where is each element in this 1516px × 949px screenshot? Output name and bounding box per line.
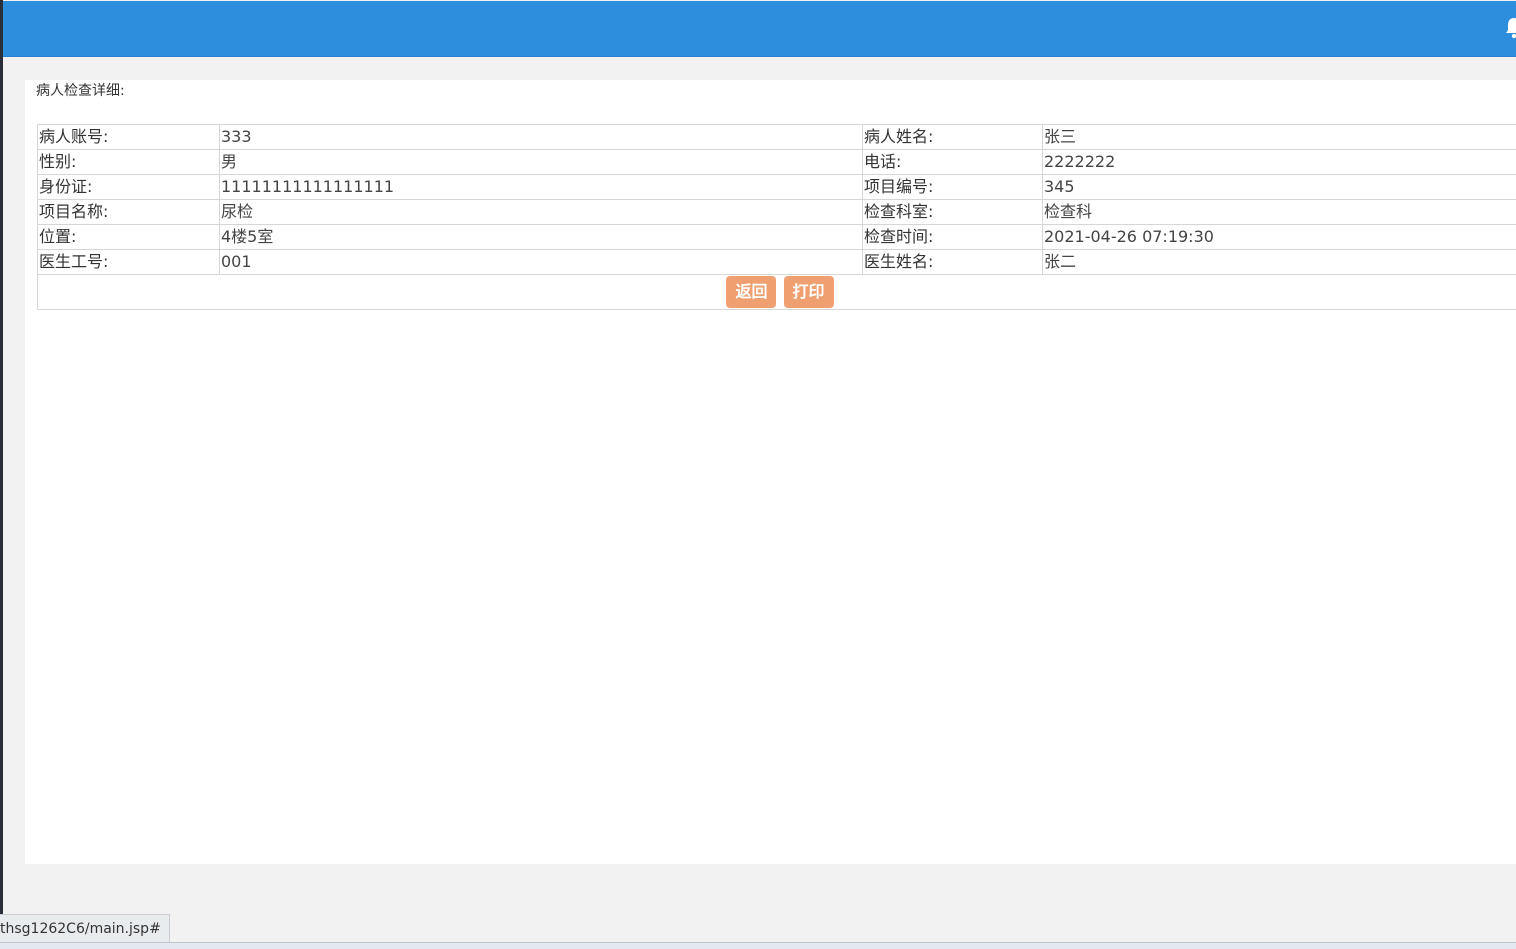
table-row: 身份证: 11111111111111111 项目编号: 345 (38, 175, 1516, 200)
label-phone: 电话: (863, 150, 1043, 175)
label-doctor-name: 医生姓名: (863, 250, 1043, 275)
detail-panel: 病人检查详细: 病人账号: 333 病人姓名: 张三 性别: 男 电话: (25, 80, 1516, 864)
label-id-card: 身份证: (38, 175, 220, 200)
print-button[interactable]: 打印 (784, 276, 834, 308)
value-id-card: 11111111111111111 (220, 175, 863, 200)
table-row: 性别: 男 电话: 2222222 (38, 150, 1516, 175)
value-patient-account: 333 (220, 125, 863, 150)
label-department: 检查科室: (863, 200, 1043, 225)
status-url-bar: thsg1262C6/main.jsp# (0, 914, 170, 944)
label-doctor-id: 医生工号: (38, 250, 220, 275)
left-edge (0, 0, 3, 948)
label-location: 位置: (38, 225, 220, 250)
label-exam-time: 检查时间: (863, 225, 1043, 250)
back-button[interactable]: 返回 (726, 276, 776, 308)
panel-title: 病人检查详细: (36, 81, 125, 101)
browser-frame: 病人检查详细: 病人账号: 333 病人姓名: 张三 性别: 男 电话: (0, 0, 1516, 948)
label-patient-name: 病人姓名: (863, 125, 1043, 150)
value-doctor-id: 001 (220, 250, 863, 275)
value-item-number: 345 (1043, 175, 1516, 200)
label-item-number: 项目编号: (863, 175, 1043, 200)
table-row: 项目名称: 尿检 检查科室: 检查科 (38, 200, 1516, 225)
table-row: 医生工号: 001 医生姓名: 张二 (38, 250, 1516, 275)
value-location: 4楼5室 (220, 225, 863, 250)
value-department: 检查科 (1043, 200, 1516, 225)
detail-table: 病人账号: 333 病人姓名: 张三 性别: 男 电话: 2222222 身份证… (37, 124, 1516, 310)
value-phone: 2222222 (1043, 150, 1516, 175)
bell-icon[interactable] (1504, 17, 1516, 39)
value-gender: 男 (220, 150, 863, 175)
table-row: 病人账号: 333 病人姓名: 张三 (38, 125, 1516, 150)
table-row: 位置: 4楼5室 检查时间: 2021-04-26 07:19:30 (38, 225, 1516, 250)
value-exam-time: 2021-04-26 07:19:30 (1043, 225, 1516, 250)
value-doctor-name: 张二 (1043, 250, 1516, 275)
value-item-name: 尿检 (220, 200, 863, 225)
label-item-name: 项目名称: (38, 200, 220, 225)
value-patient-name: 张三 (1043, 125, 1516, 150)
actions-cell: 返回 打印 (38, 275, 1516, 310)
top-header-bar (3, 1, 1516, 57)
label-patient-account: 病人账号: (38, 125, 220, 150)
actions-row: 返回 打印 (38, 275, 1516, 310)
label-gender: 性别: (38, 150, 220, 175)
